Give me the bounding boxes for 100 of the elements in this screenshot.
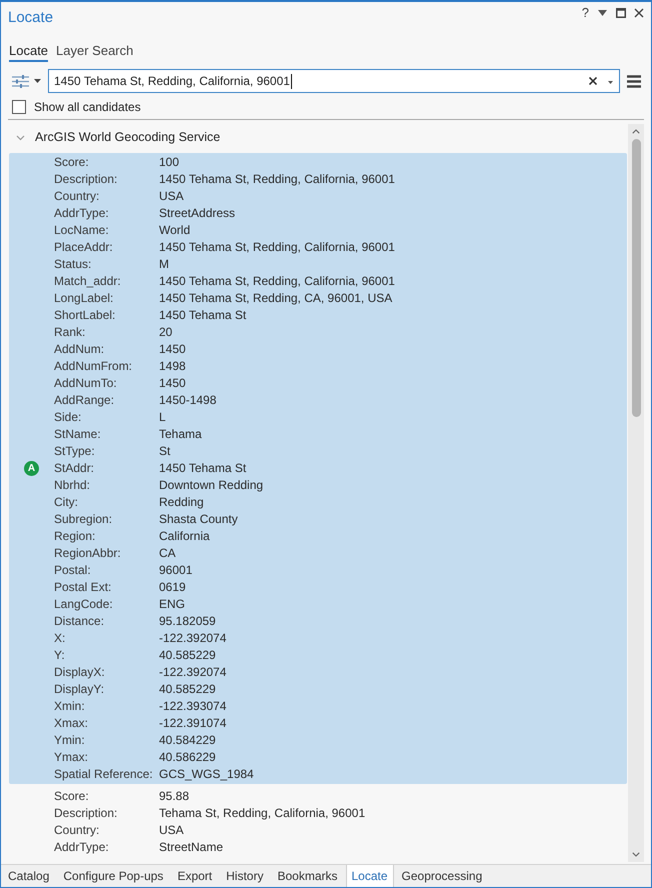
bottom-tab[interactable]: Configure Pop-ups [57,865,170,887]
field-label: RegionAbbr: [54,546,122,561]
field-value: 95.88 [159,789,190,804]
field-value: USA [159,189,184,204]
field-label: City: [54,495,79,510]
field-label: Status: [54,257,92,272]
field-label: Xmin: [54,699,86,714]
group-header[interactable]: ArcGIS World Geocoding Service [35,129,220,145]
bottom-tab[interactable]: History [220,865,270,887]
scroll-down-icon[interactable] [632,852,640,857]
field-value: -122.392074 [159,665,226,680]
field-value: 1450 Tehama St [159,308,246,323]
sliders-icon [12,74,29,88]
field-value: Tehama [159,427,202,442]
chevron-down-icon[interactable] [16,132,25,142]
clear-icon[interactable] [589,77,597,85]
field-label: Score: [54,789,90,804]
field-value: 1498 [159,359,186,374]
field-value: 1450 Tehama St [159,461,246,476]
marker-badge: A [24,461,39,476]
field-value: M [159,257,169,272]
field-value: California [159,529,210,544]
field-value: 1450 Tehama St, Redding, CA, 96001, USA [159,291,392,306]
field-value: USA [159,823,184,838]
field-label: Description: [54,172,118,187]
field-value: World [159,223,190,238]
field-label: Ymin: [54,733,86,748]
field-label: Description: [54,806,118,821]
field-label: Rank: [54,325,86,340]
field-value: 40.585229 [159,648,216,663]
field-label: AddrType: [54,206,110,221]
field-label: Subregion: [54,512,114,527]
field-value: CA [159,546,176,561]
scrollbar[interactable] [628,124,644,862]
field-label: StType: [54,444,96,459]
field-value: Shasta County [159,512,238,527]
dropdown-caret-icon[interactable] [598,10,607,16]
bottom-tab[interactable]: Catalog [2,865,56,887]
field-value: 40.586229 [159,750,216,765]
field-label: Country: [54,189,100,204]
field-label: LangCode: [54,597,114,612]
tab[interactable]: Locate [9,43,48,62]
search-field[interactable]: 1450 Tehama St, Redding, California, 96001 [48,69,620,93]
field-value: -122.391074 [159,716,226,731]
field-label: LongLabel: [54,291,114,306]
field-value: 1450 [159,376,186,391]
search-text: 1450 Tehama St, Redding, California, 96001 [54,73,290,89]
field-label: X: [54,631,66,646]
bottom-tab[interactable]: Bookmarks [271,865,344,887]
field-label: Distance: [54,614,106,629]
field-label: Country: [54,823,100,838]
scroll-up-icon[interactable] [632,129,640,134]
field-label: LocName: [54,223,110,238]
field-label: ShortLabel: [54,308,116,323]
menu-icon[interactable] [627,74,641,88]
result-item[interactable]: Score: 95.88 Description: Tehama St, Redding, California, 96001 Country: USA AddrType: StreetName [9,787,627,857]
checkbox-label: Show all candidates [34,99,141,115]
field-value: ENG [159,597,186,612]
field-value: 1450 [159,342,186,357]
field-value: Downtown Redding [159,478,264,493]
scrollbar-thumb[interactable] [632,139,640,417]
field-value: 95.182059 [159,614,216,629]
field-label: Region: [54,529,96,544]
maximize-icon[interactable] [616,8,626,18]
bottom-tab[interactable]: Locate [346,865,394,887]
field-value: GCS_WGS_1984 [159,767,254,782]
field-label: AddNum: [54,342,106,357]
field-value: 0619 [159,580,186,595]
field-label: Y: [54,648,66,663]
field-label: StAddr: [54,461,96,476]
field-label: Side: [54,410,82,425]
field-label: PlaceAddr: [54,240,114,255]
window-title: Locate [8,8,54,28]
field-label: DisplayX: [54,665,106,680]
field-label: AddRange: [54,393,116,408]
caret-icon[interactable] [608,80,613,84]
field-label: AddNumTo: [54,376,118,391]
field-value: Tehama St, Redding, California, 96001 [159,806,366,821]
field-label: Xmax: [54,716,90,731]
field-label: Score: [54,155,90,170]
field-value: -122.392074 [159,631,226,646]
close-icon[interactable] [634,8,644,18]
bottom-tab[interactable]: Export [171,865,218,887]
field-value: 1450 Tehama St, Redding, California, 96001 [159,240,395,255]
options-button[interactable] [12,74,41,88]
tab[interactable]: Layer Search [56,43,134,62]
result-item[interactable] [9,153,627,784]
field-value: 1450-1498 [159,393,216,408]
field-value: 1450 Tehama St, Redding, California, 96001 [159,172,395,187]
help-button[interactable]: ? [580,5,591,21]
field-value: St [159,444,170,459]
field-label: Nbrhd: [54,478,92,493]
field-value: 100 [159,155,180,170]
field-label: Postal: [54,563,92,578]
bottom-tab[interactable]: Geoprocessing [396,865,488,887]
field-value: 40.585229 [159,682,216,697]
field-value: 1450 Tehama St, Redding, California, 96001 [159,274,395,289]
field-label: Ymax: [54,750,90,765]
checkbox[interactable] [12,100,26,114]
field-value: StreetName [159,840,224,855]
